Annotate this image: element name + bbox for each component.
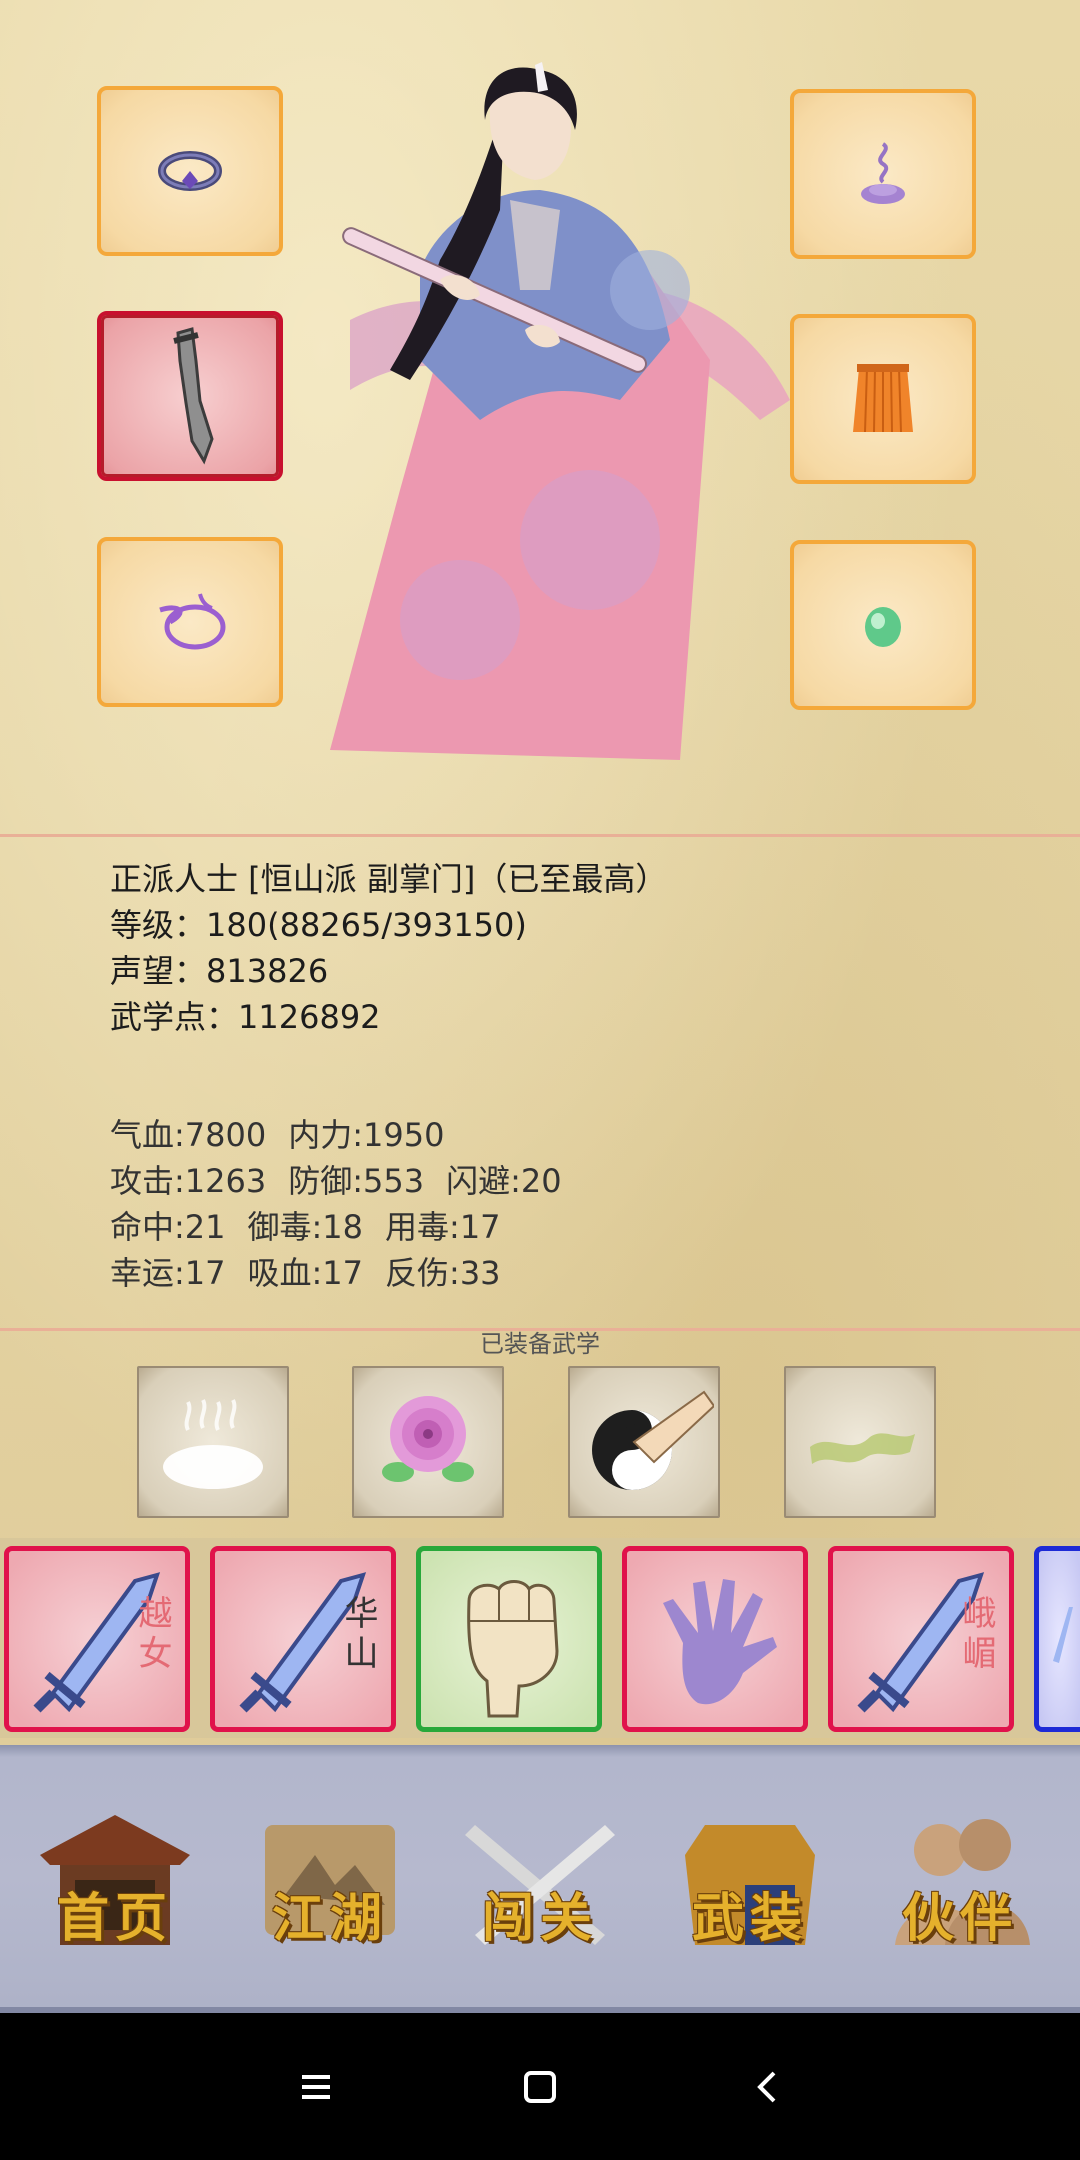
skill-card-2[interactable]: 华山 — [210, 1546, 396, 1732]
section-divider — [0, 834, 1080, 837]
attr-defense: 防御:553 — [288, 1162, 425, 1200]
equip-slot-weapon[interactable] — [97, 311, 283, 481]
attr-hit: 命中:21 — [110, 1208, 226, 1246]
nav-jianghu-label: 江湖 — [271, 1888, 388, 1949]
attr-hp: 气血:7800 — [110, 1116, 267, 1154]
menu-icon[interactable] — [288, 2059, 344, 2115]
nav-companions-label: 伙伴 — [901, 1888, 1018, 1949]
attribute-row: 攻击:1263 防御:553 闪避:20 — [110, 1158, 562, 1204]
ring-icon — [158, 151, 222, 191]
martial-points-value: 1126892 — [238, 998, 381, 1036]
skirt-armor-icon — [853, 364, 913, 433]
martial-points-label: 武学点： — [110, 998, 239, 1036]
level-label: 等级： — [110, 906, 207, 944]
system-navigation-bar — [0, 2013, 1080, 2160]
loop-charm-icon — [159, 593, 226, 650]
nav-jianghu[interactable]: 江湖 — [245, 1795, 415, 1965]
saber-icon — [173, 327, 214, 465]
hero-character-portrait — [330, 62, 790, 760]
prestige-row: 声望：813826 — [110, 948, 667, 994]
sword-icon — [1053, 1607, 1073, 1663]
martial-slot-3[interactable] — [568, 1366, 720, 1518]
skill-card-3[interactable] — [416, 1546, 602, 1732]
nav-companions[interactable]: 伙伴 — [875, 1795, 1045, 1965]
nav-home-label: 首页 — [56, 1888, 173, 1949]
attr-mp: 内力:1950 — [288, 1116, 445, 1154]
prestige-value: 813826 — [206, 952, 329, 990]
bottom-navigation: 首页 江湖 闯关 武装 伙伴 — [0, 1745, 1080, 2013]
equip-slot-amulet[interactable] — [97, 537, 283, 707]
peony-flower-icon — [382, 1396, 474, 1482]
fist-icon — [467, 1580, 559, 1718]
attribute-row: 幸运:17 吸血:17 反伤:33 — [110, 1250, 562, 1296]
attribute-row: 命中:21 御毒:18 用毒:17 — [110, 1204, 562, 1250]
attr-dodge: 闪避:20 — [446, 1162, 562, 1200]
level-value: 180(88265/393150) — [206, 906, 527, 944]
equip-slot-hairpiece[interactable] — [790, 89, 976, 259]
nav-challenge-label: 闯关 — [481, 1888, 598, 1949]
martial-slot-2[interactable] — [352, 1366, 504, 1518]
home-square-icon[interactable] — [512, 2059, 568, 2115]
green-wind-icon — [810, 1433, 915, 1464]
nav-home[interactable]: 首页 — [30, 1795, 200, 1965]
skill-card-label: 峨嵋 — [956, 1595, 996, 1675]
attr-poison-use: 用毒:17 — [385, 1208, 501, 1246]
martial-points-row: 武学点：1126892 — [110, 994, 667, 1040]
attribute-row: 气血:7800 内力:1950 — [110, 1112, 562, 1158]
nav-armory[interactable]: 武装 — [665, 1795, 835, 1965]
jade-bead-icon — [865, 607, 901, 647]
attr-poison-resist: 御毒:18 — [247, 1208, 364, 1246]
prestige-label: 声望： — [110, 952, 207, 990]
martial-slot-4[interactable] — [784, 1366, 936, 1518]
equip-slot-jade[interactable] — [790, 540, 976, 710]
skill-card-6[interactable] — [1034, 1546, 1080, 1732]
equip-slot-armor[interactable] — [790, 314, 976, 484]
skill-card-4[interactable] — [622, 1546, 808, 1732]
mist-cloud-icon — [163, 1399, 263, 1489]
attr-lifesteal: 吸血:17 — [247, 1254, 364, 1292]
nav-armory-label: 武装 — [691, 1888, 808, 1949]
martial-slot-1[interactable] — [137, 1366, 289, 1518]
attr-luck: 幸运:17 — [110, 1254, 226, 1292]
attribute-panel: 气血:7800 内力:1950 攻击:1263 防御:553 闪避:20 命中:… — [110, 1112, 562, 1296]
equipped-martial-title: 已装备武学 — [480, 1330, 600, 1358]
title-line: 正派人士 [恒山派 副掌门]（已至最高） — [110, 860, 668, 898]
profile-info: 正派人士 [恒山派 副掌门]（已至最高） 等级：180(88265/393150… — [110, 856, 667, 1040]
skill-card-label: 华山 — [338, 1595, 378, 1675]
back-chevron-icon[interactable] — [740, 2059, 796, 2115]
skill-card-5[interactable]: 峨嵋 — [828, 1546, 1014, 1732]
attr-reflect: 反伤:33 — [385, 1254, 501, 1292]
level-row: 等级：180(88265/393150) — [110, 902, 667, 948]
skill-card-1[interactable]: 越女 — [4, 1546, 190, 1732]
skill-card-label: 越女 — [132, 1595, 172, 1675]
attr-attack: 攻击:1263 — [110, 1162, 267, 1200]
nav-challenge[interactable]: 闯关 — [455, 1795, 625, 1965]
palm-icon — [663, 1579, 777, 1705]
taiji-palm-icon — [592, 1390, 714, 1490]
equip-slot-ring[interactable] — [97, 86, 283, 256]
incense-icon — [861, 142, 905, 204]
